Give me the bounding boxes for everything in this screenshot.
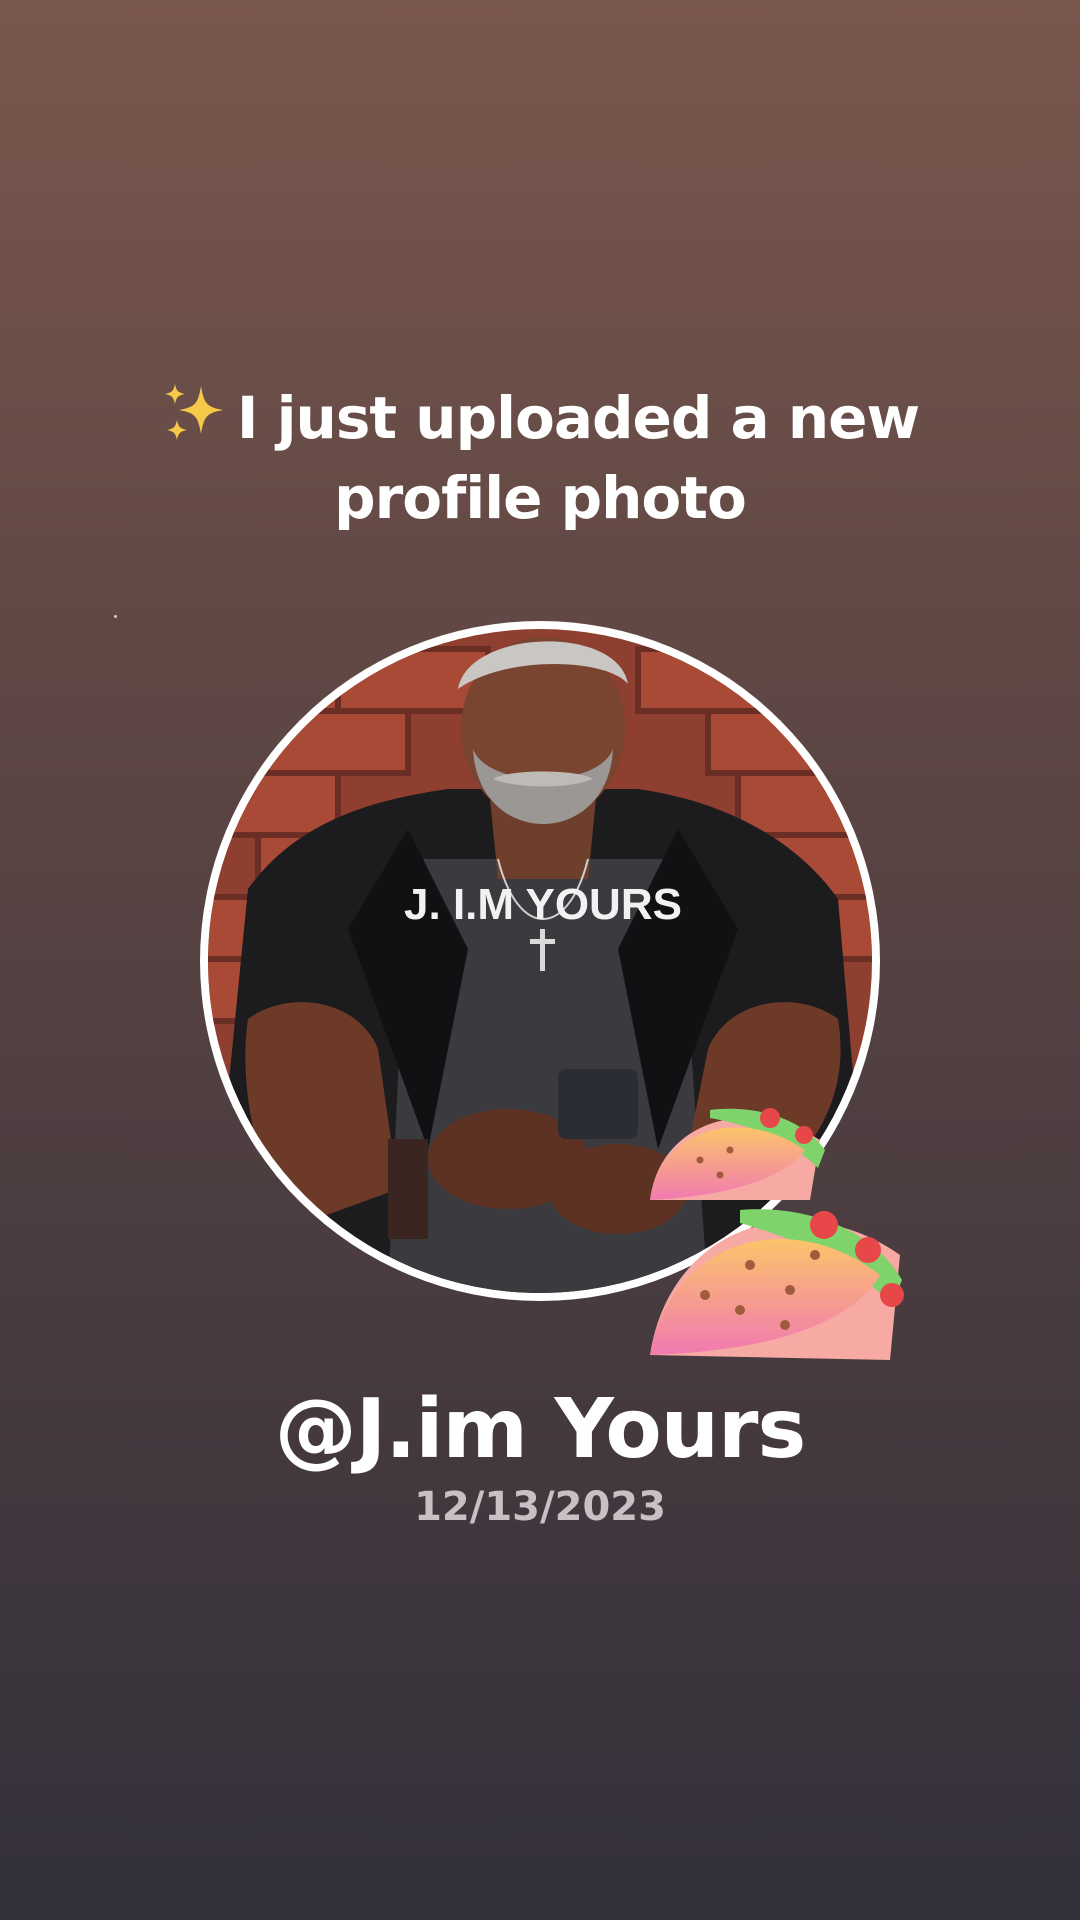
sparkles-icon [161,382,225,444]
taco-icon [650,1209,904,1360]
headline-text-2: profile photo [334,464,747,532]
username[interactable]: @J.im Yours [0,1380,1080,1480]
post-date: 12/13/2023 [414,1484,666,1530]
headline-text-1: I just uploaded a new [236,384,920,452]
decorative-dot [114,615,117,618]
headline-line-1: I just uploaded a new [90,378,990,458]
post-headline: I just uploaded a new profile photo [90,378,990,538]
shirt-text: J. I.M YOURS [404,880,682,929]
